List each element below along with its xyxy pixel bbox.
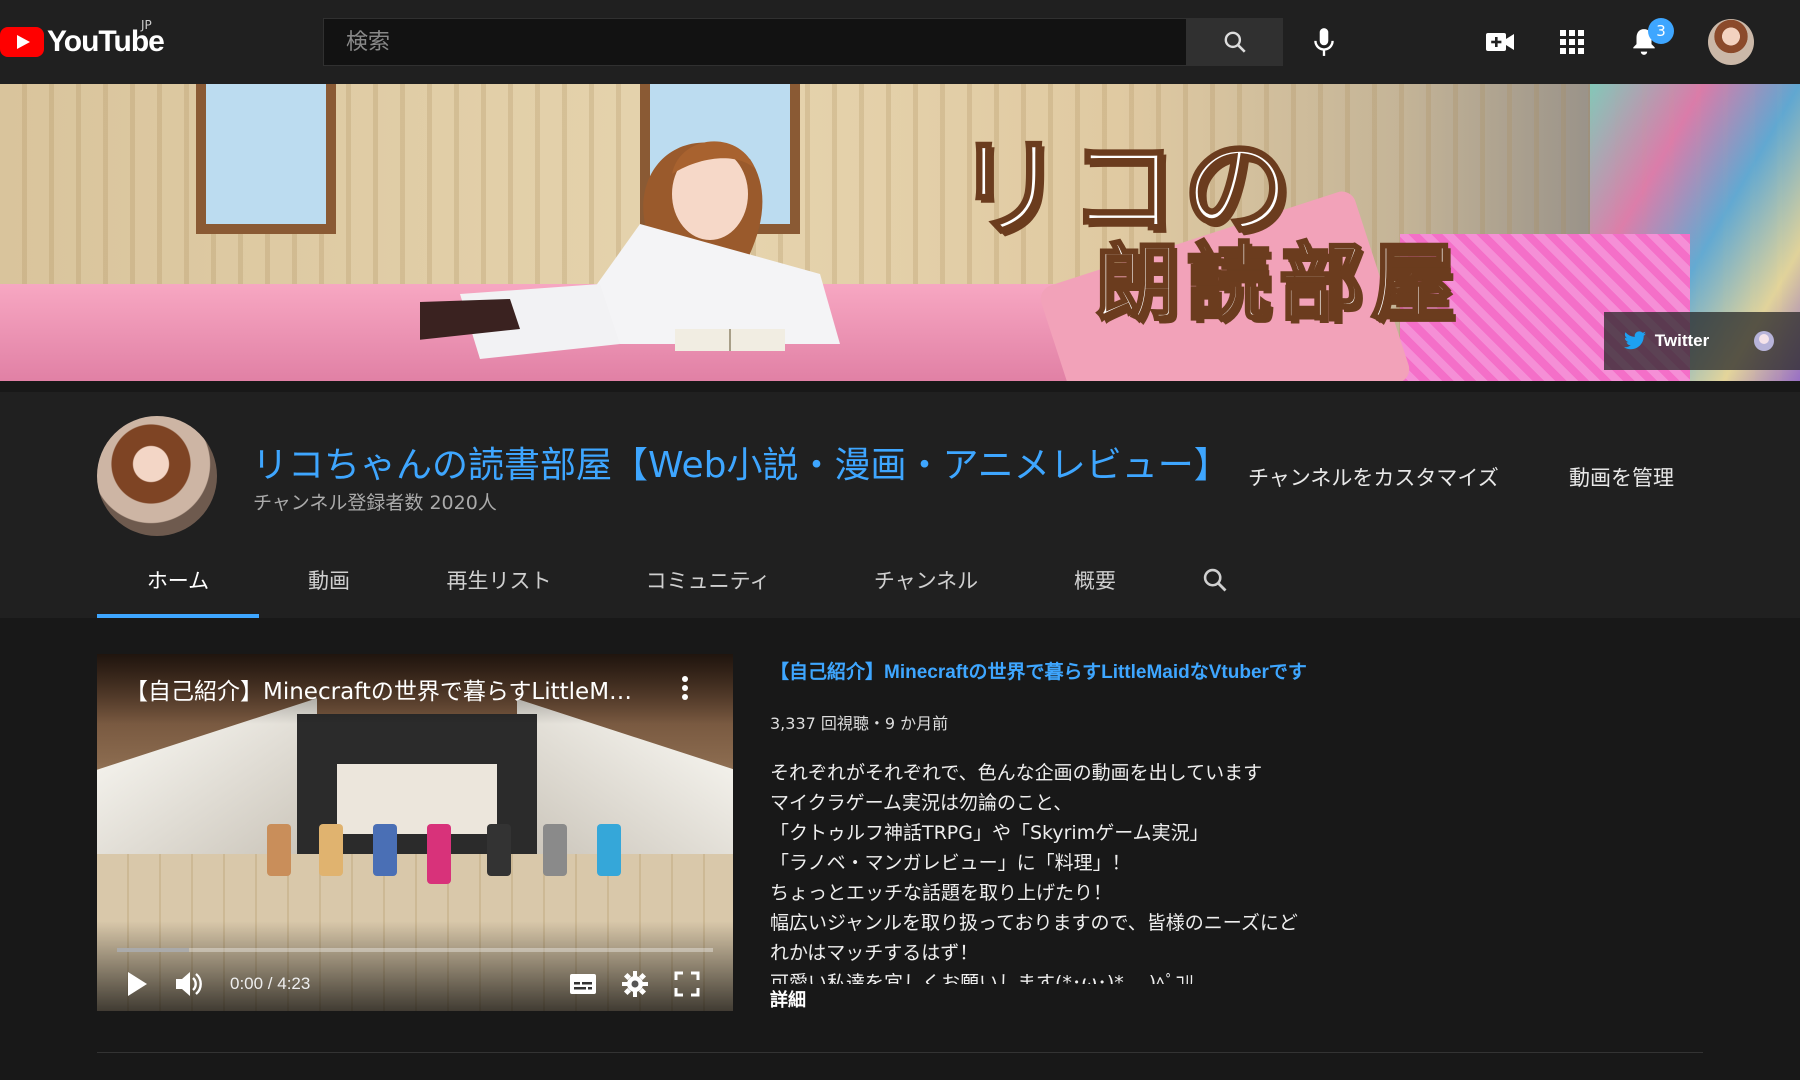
tab-community[interactable]: コミュニティ [599,542,817,618]
play-icon [128,972,147,996]
banner-window-left [196,84,336,234]
description-line: 幅広いジャンルを取り扱っておりますので、皆様のニーズにど [770,912,1298,934]
featured-video-player[interactable]: 【自己紹介】Minecraftの世界で暮らすLittleMaidなVtuberで… [97,654,733,1011]
minecraft-character [319,824,343,876]
channel-name: リコちゃんの読書部屋【Web小説・漫画・アニメレビュー】 [252,445,1230,486]
progress-fill [117,948,189,952]
tab-videos[interactable]: 動画 [259,542,399,618]
player-time: 0:00 / 4:23 [230,974,311,993]
progress-bar[interactable] [117,948,713,952]
minecraft-character [487,824,511,876]
create-video-button[interactable] [1478,20,1522,64]
minecraft-character [597,824,621,876]
tab-playlists[interactable]: 再生リスト [399,542,599,618]
video-camera-plus-icon [1486,33,1514,51]
player-title[interactable]: 【自己紹介】Minecraftの世界で暮らすLittleMaidなVtuberで… [125,672,645,706]
apps-grid-icon [1560,30,1584,54]
description-line: マイクラゲーム実況は勿論のこと、 [770,792,1073,814]
section-divider [97,1052,1703,1053]
more-vertical-icon [682,676,688,700]
top-bar: YouTube JP 3 [0,0,1800,84]
apps-button[interactable] [1550,20,1594,64]
description-line: 「クトゥルフ神話TRPG」や「Skyrimゲーム実況」 [770,822,1209,844]
volume-icon [176,972,202,996]
channel-banner: リコの 朗読部屋 [0,84,1800,381]
subscriber-count: チャンネル登録者数 2020人 [253,492,497,514]
twitter-link[interactable]: Twitter [1604,312,1728,370]
search-button[interactable] [1187,18,1283,66]
description-line: それぞれがそれぞれで、色んな企画の動画を出しています [770,762,1263,784]
search-box [323,18,1187,66]
featured-video-meta: 3,337 回視聴・9 か月前 [770,714,949,733]
logo-region: JP [141,18,152,32]
twitter-label: Twitter [1654,331,1710,350]
banner-title-line2: 朗読部屋 [1093,233,1464,334]
subtitles-button[interactable] [563,966,603,1002]
fullscreen-icon [674,971,700,997]
featured-video-description: それぞれがそれぞれで、色んな企画の動画を出しています マイクラゲーム実況は勿論の… [770,758,1370,984]
manage-videos-button[interactable]: 動画を管理 [1569,462,1674,492]
customize-channel-button[interactable]: チャンネルをカスタマイズ [1248,462,1499,492]
minecraft-character [267,824,291,876]
subtitles-icon [570,974,596,994]
account-avatar[interactable] [1708,19,1754,65]
description-line: れかはマッチするはず！ [770,942,979,964]
tab-home[interactable]: ホーム [97,542,259,618]
description-line: 可愛い私達を宜しくお願いします(*･ω･)*_ _)ﾍﾟｺﾘ [770,972,1195,984]
gear-icon [622,971,648,997]
description-line: 「ラノベ・マンガレビュー」に「料理」！ [770,852,1131,874]
tab-channels[interactable]: チャンネル [817,542,1035,618]
featured-video-title[interactable]: 【自己紹介】Minecraftの世界で暮らすLittleMaidなVtuberで… [770,657,1370,684]
search-icon [1203,568,1227,592]
channel-tabs: ホーム 動画 再生リスト コミュニティ チャンネル 概要 [97,542,1275,618]
youtube-play-icon [0,27,44,57]
tab-about[interactable]: 概要 [1035,542,1155,618]
character-link-icon [1754,331,1774,351]
read-more-link[interactable]: 詳細 [770,986,806,1012]
microphone-icon [1314,28,1334,56]
search-icon [1224,31,1246,53]
settings-button[interactable] [615,966,655,1002]
fullscreen-button[interactable] [667,966,707,1002]
channel-avatar[interactable] [97,416,217,536]
mute-button[interactable] [167,966,211,1002]
channel-header: リコちゃんの読書部屋【Web小説・漫画・アニメレビュー】 チャンネル登録者数 2… [0,392,1800,618]
youtube-logo[interactable]: YouTube JP [0,18,165,60]
minecraft-character [373,824,397,876]
voice-search-button[interactable] [1302,20,1346,64]
minecraft-character [543,824,567,876]
minecraft-character [427,824,451,884]
player-more-button[interactable] [670,670,700,706]
banner-character-illustration [420,141,840,359]
description-line: ちょっとエッチな話題を取り上げたり！ [770,882,1113,904]
notification-badge: 3 [1648,18,1674,44]
tab-search[interactable] [1155,542,1275,618]
second-social-link[interactable] [1728,312,1800,370]
twitter-bird-icon [1623,331,1646,350]
play-button[interactable] [117,966,157,1002]
search-input[interactable] [324,19,1186,65]
